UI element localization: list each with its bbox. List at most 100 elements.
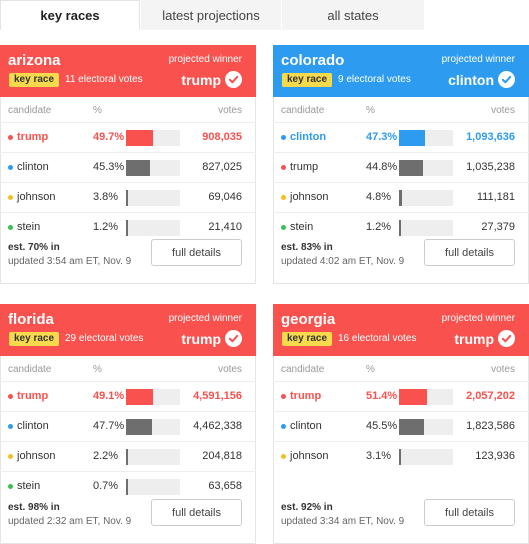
candidate-name: trump: [281, 161, 318, 173]
column-candidate: candidate: [281, 364, 325, 375]
race-header: georgia projected winner key race 16 ele…: [273, 304, 529, 356]
candidate-pct: 1.2%: [93, 221, 119, 233]
tab-all-states[interactable]: all states: [281, 0, 424, 30]
vote-share-bar: [126, 160, 180, 176]
tab-latest-projections[interactable]: latest projections: [140, 0, 281, 30]
candidate-pct: 0.7%: [93, 480, 119, 492]
vote-share-fill: [126, 220, 128, 236]
candidate-name: trump: [8, 390, 48, 402]
candidate-name: clinton: [8, 420, 49, 432]
vote-share-bar: [126, 389, 180, 405]
projected-winner: clinton: [448, 71, 515, 88]
candidate-row-stein: stein 1.2% 27,379: [273, 212, 529, 242]
state-name: arizona: [8, 52, 61, 69]
candidate-row-johnson: johnson 3.8% 69,046: [0, 182, 256, 212]
candidate-pct: 49.7%: [93, 131, 125, 143]
tab-key-races[interactable]: key races: [0, 0, 140, 30]
candidate-votes: 827,025: [202, 161, 242, 173]
candidate-label: stein: [290, 221, 314, 233]
candidate-dot-icon: [8, 224, 13, 230]
candidate-name: johnson: [281, 450, 329, 462]
projected-winner: trump: [181, 71, 242, 88]
electoral-votes: 11 electoral votes: [65, 74, 143, 85]
column-candidate: candidate: [8, 364, 52, 375]
candidate-votes: 111,181: [476, 191, 515, 203]
race-footer: est. 92% in updated 3:34 am ET, Nov. 9: [281, 502, 404, 527]
candidate-votes: 63,658: [208, 480, 242, 492]
vote-share-bar: [126, 479, 180, 495]
candidate-pct: 4.8%: [366, 191, 392, 203]
full-details-button[interactable]: full details: [151, 499, 242, 526]
full-details-button[interactable]: full details: [424, 499, 515, 526]
candidate-row-johnson: johnson 4.8% 111,181: [273, 182, 529, 212]
candidate-pct: 47.7%: [93, 420, 125, 432]
candidate-name: johnson: [8, 450, 56, 462]
vote-share-fill: [126, 479, 128, 495]
vote-share-bar: [399, 419, 453, 435]
candidate-label: trump: [17, 390, 49, 402]
column-pct: %: [366, 105, 375, 116]
column-headers: candidate % votes: [273, 105, 529, 119]
candidate-name: stein: [8, 480, 40, 492]
vote-share-bar: [399, 389, 453, 405]
candidate-label: clinton: [17, 420, 49, 432]
candidate-row-johnson: johnson 3.1% 123,936: [273, 441, 529, 471]
race-header: arizona projected winner key race 11 ele…: [0, 45, 256, 97]
candidate-row-clinton: clinton 47.7% 4,462,338: [0, 411, 256, 441]
candidate-name: stein: [281, 221, 313, 233]
full-details-button[interactable]: full details: [424, 239, 515, 266]
candidate-pct: 45.5%: [366, 420, 398, 432]
check-circle-icon: [498, 71, 515, 88]
candidate-name: johnson: [281, 191, 329, 203]
candidate-dot-icon: [281, 224, 286, 230]
full-details-button[interactable]: full details: [151, 239, 242, 266]
vote-share-fill: [126, 160, 150, 176]
vote-share-bar: [399, 160, 453, 176]
candidate-label: johnson: [290, 450, 329, 462]
candidate-dot-icon: [8, 134, 13, 140]
state-name: colorado: [281, 52, 345, 69]
estimate-reporting: est. 98% in: [8, 502, 60, 513]
column-votes: votes: [218, 364, 242, 375]
candidate-name: clinton: [281, 131, 326, 143]
vote-share-bar: [126, 220, 180, 236]
candidate-dot-icon: [281, 164, 286, 170]
candidate-votes: 1,823,586: [466, 420, 515, 432]
candidate-name: stein: [8, 221, 40, 233]
candidate-dot-icon: [281, 134, 286, 140]
state-name: georgia: [281, 311, 336, 328]
candidate-votes: 4,591,156: [193, 390, 242, 402]
electoral-votes: 16 electoral votes: [338, 333, 417, 344]
winner-name: clinton: [448, 71, 494, 88]
candidate-label: trump: [290, 161, 319, 173]
key-race-badge: key race: [9, 332, 60, 346]
projected-winner: trump: [454, 330, 515, 347]
check-circle-icon: [225, 71, 242, 88]
candidate-pct: 49.1%: [93, 390, 125, 402]
candidate-votes: 69,046: [208, 191, 242, 203]
electoral-votes: 9 electoral votes: [338, 74, 411, 85]
race-card-florida: florida projected winner key race 29 ele…: [0, 304, 256, 544]
candidate-label: trump: [17, 131, 49, 143]
last-updated: updated 4:02 am ET, Nov. 9: [281, 256, 405, 267]
candidate-dot-icon: [8, 483, 13, 489]
candidate-label: johnson: [17, 191, 56, 203]
estimate-reporting: est. 83% in: [281, 242, 333, 253]
estimate-reporting: est. 70% in: [8, 242, 60, 253]
projected-winner-label: projected winner: [441, 54, 515, 65]
column-headers: candidate % votes: [0, 364, 256, 378]
last-updated: updated 3:34 am ET, Nov. 9: [281, 516, 405, 527]
candidate-name: trump: [8, 131, 48, 143]
race-footer: est. 83% in updated 4:02 am ET, Nov. 9: [281, 242, 404, 267]
candidate-votes: 4,462,338: [193, 420, 242, 432]
candidate-pct: 51.4%: [366, 390, 398, 402]
projected-winner-label: projected winner: [441, 313, 515, 324]
candidate-pct: 45.3%: [93, 161, 125, 173]
candidate-row-clinton: clinton 47.3% 1,093,636: [273, 122, 529, 152]
race-card-georgia: georgia projected winner key race 16 ele…: [273, 304, 529, 544]
candidate-dot-icon: [8, 164, 13, 170]
last-updated: updated 3:54 am ET, Nov. 9: [8, 256, 132, 267]
candidate-dot-icon: [8, 393, 13, 399]
vote-share-bar: [126, 190, 180, 206]
race-card-colorado: colorado projected winner key race 9 ele…: [273, 45, 529, 284]
